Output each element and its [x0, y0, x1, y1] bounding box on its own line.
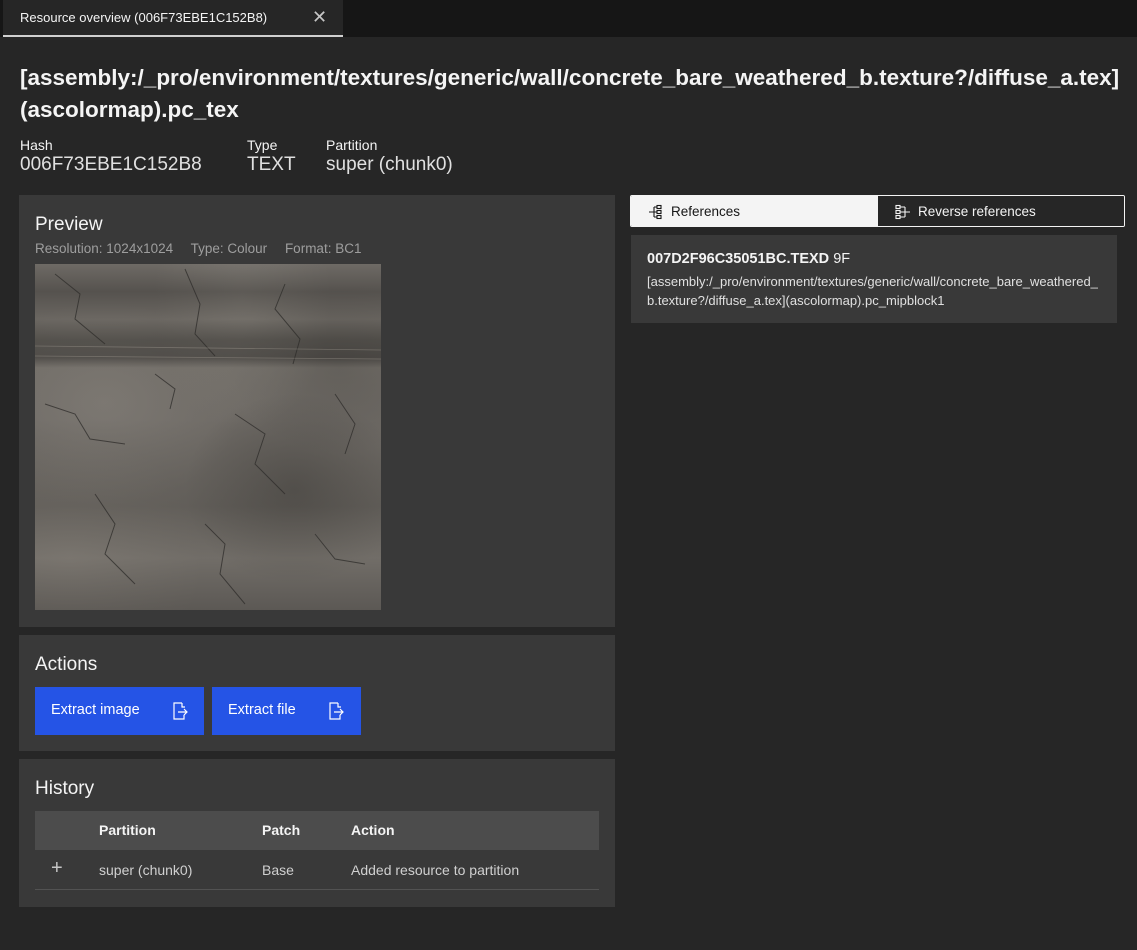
history-title: History	[35, 778, 95, 799]
preview-resolution: Resolution: 1024x1024	[35, 241, 174, 256]
row-action: Added resource to partition	[351, 862, 520, 878]
history-panel: History Partition Patch Action + super (…	[19, 759, 615, 907]
row-partition: super (chunk0)	[99, 862, 193, 878]
texture-preview-image	[35, 264, 381, 610]
texture-cracks	[35, 268, 381, 605]
reference-hash: 007D2F96C35051BC.TEXD	[647, 251, 830, 267]
reverse-tree-view-icon	[895, 204, 910, 220]
extract-file-button[interactable]: Extract file	[212, 687, 361, 735]
preview-title: Preview	[35, 214, 103, 235]
expand-row-icon[interactable]: +	[51, 858, 63, 878]
export-icon	[329, 702, 344, 720]
table-row: + super (chunk0) Base Added resource to …	[35, 850, 599, 890]
tab-resource-overview[interactable]: Resource overview (006F73EBE1C152B8) ✕	[3, 0, 343, 37]
export-icon	[173, 702, 188, 720]
references-switcher: References Reverse references	[630, 195, 1125, 227]
history-table-header: Partition Patch Action	[35, 811, 599, 850]
reference-path: [assembly:/_pro/environment/textures/gen…	[647, 274, 1098, 308]
tab-references-label: References	[671, 204, 741, 219]
column-header-patch: Patch	[262, 822, 301, 838]
tab-label: Resource overview (006F73EBE1C152B8)	[20, 10, 268, 25]
type-value: TEXT	[247, 154, 296, 175]
type-label: Type	[247, 137, 278, 153]
preview-type: Type: Colour	[190, 241, 268, 256]
page-title: [assembly:/_pro/environment/textures/gen…	[20, 65, 1120, 122]
hash-value: 006F73EBE1C152B8	[20, 154, 202, 175]
tree-view-icon	[649, 204, 662, 220]
preview-format: Format: BC1	[284, 241, 362, 256]
hash-label: Hash	[20, 137, 53, 153]
close-icon[interactable]: ✕	[312, 7, 327, 27]
actions-title: Actions	[35, 654, 98, 675]
tab-reverse-references-label: Reverse references	[918, 204, 1036, 219]
tab-references[interactable]: References	[631, 196, 878, 226]
preview-info: Resolution: 1024x1024 Type: Colour Forma…	[35, 241, 375, 256]
reference-item[interactable]: 007D2F96C35051BC.TEXD 9F [assembly:/_pro…	[631, 235, 1117, 323]
partition-label: Partition	[326, 137, 378, 153]
reference-flag: 9F	[833, 251, 851, 267]
extract-image-button[interactable]: Extract image	[35, 687, 204, 735]
tab-bar: Resource overview (006F73EBE1C152B8) ✕	[0, 0, 1137, 37]
extract-file-label: Extract file	[228, 702, 296, 718]
column-header-action: Action	[351, 822, 395, 838]
row-patch: Base	[262, 862, 294, 878]
extract-image-label: Extract image	[51, 702, 140, 718]
partition-value: super (chunk0)	[326, 154, 453, 175]
preview-panel: Preview Resolution: 1024x1024 Type: Colo…	[19, 195, 615, 627]
reference-hash-line: 007D2F96C35051BC.TEXD 9F	[647, 251, 850, 267]
column-header-partition: Partition	[99, 822, 156, 838]
tab-reverse-references[interactable]: Reverse references	[878, 196, 1124, 226]
actions-panel: Actions Extract image Extract file	[19, 635, 615, 751]
